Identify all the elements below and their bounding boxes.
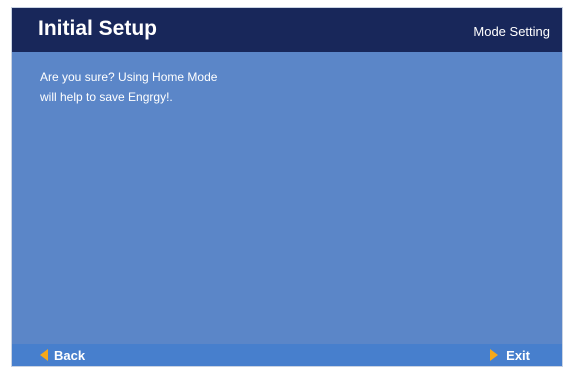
section-label: Mode Setting xyxy=(473,24,550,39)
page-title: Initial Setup xyxy=(38,17,158,40)
back-button[interactable]: Back xyxy=(40,347,85,363)
right-arrow-icon xyxy=(490,349,499,361)
exit-button-label: Exit xyxy=(506,347,530,363)
message-line-2: will help to save Engrgy!. xyxy=(40,90,173,104)
left-arrow-icon xyxy=(40,349,48,361)
confirmation-message: Are you sure? Using Home Mode will help … xyxy=(40,67,340,107)
title-bar: Initial Setup Mode Setting xyxy=(12,8,562,52)
setup-screen: Initial Setup Mode Setting Are you sure?… xyxy=(12,8,562,366)
footer-bar: Back Exit xyxy=(12,344,562,366)
message-line-1: Are you sure? Using Home Mode xyxy=(40,70,218,84)
back-button-label: Back xyxy=(54,347,86,363)
exit-button[interactable]: Exit xyxy=(490,347,530,363)
